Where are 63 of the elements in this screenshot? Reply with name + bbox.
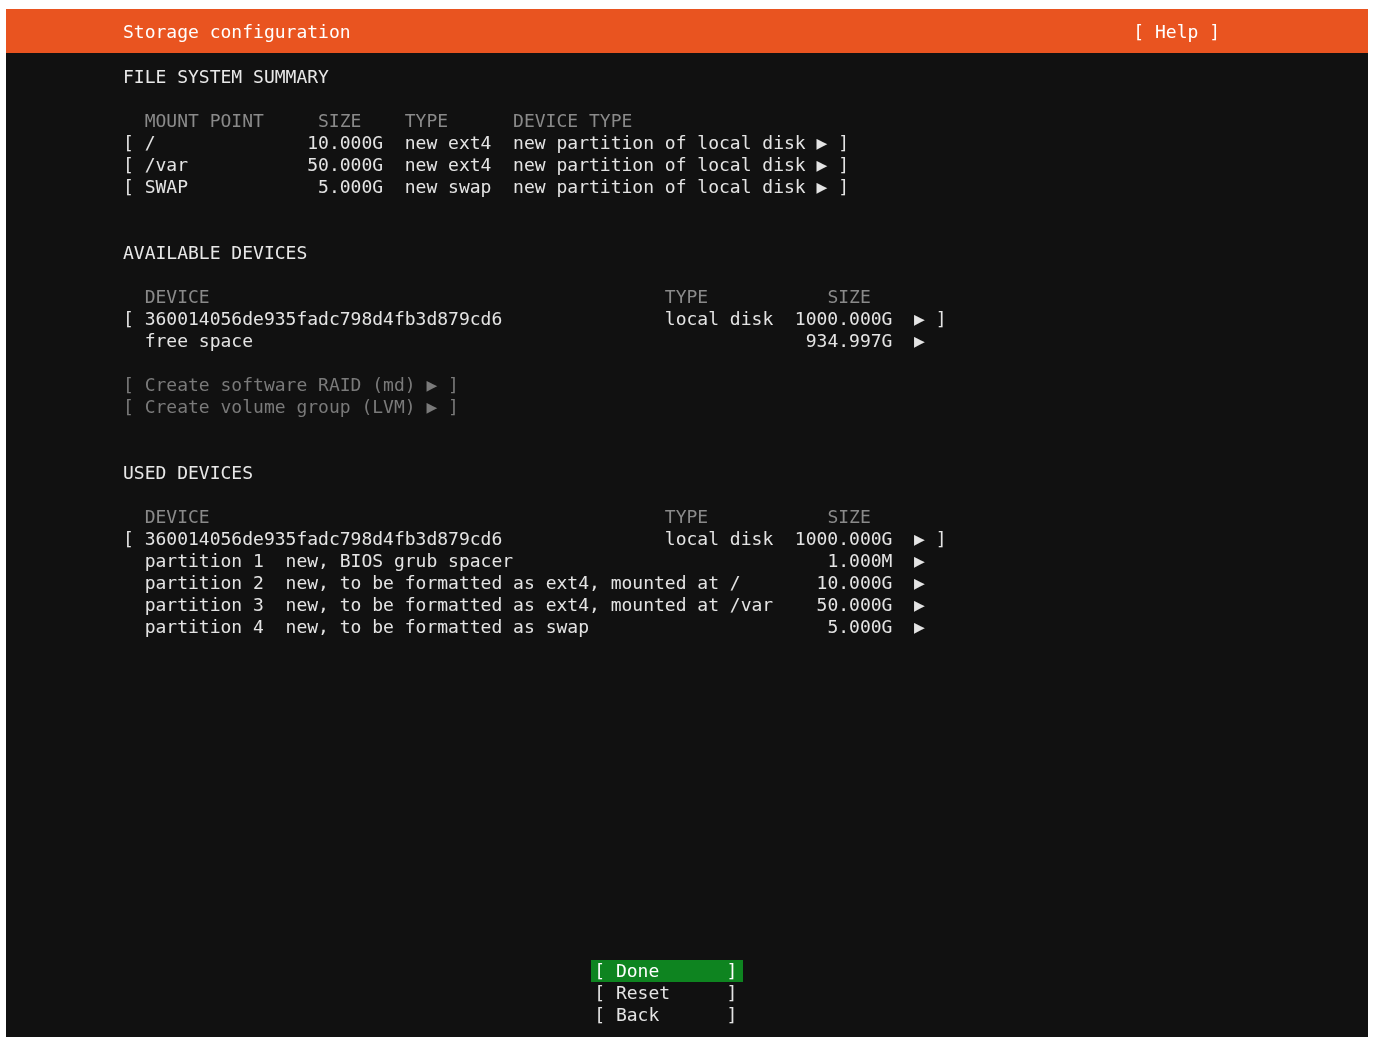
partition-cell[interactable]: partition 1 — [144, 550, 286, 572]
size-cell-text: 10.000G — [815, 572, 893, 594]
column-header: SIZE — [317, 110, 363, 132]
size-cell-text: 50.000G — [815, 594, 893, 616]
submenu-arrow[interactable]: ▶ — [914, 308, 925, 330]
submenu-arrow[interactable]: ▶ — [914, 616, 925, 638]
close-bracket: ] — [935, 308, 947, 330]
menu-button[interactable]: [ Back ] — [591, 1004, 743, 1026]
column-header: TYPE — [664, 286, 710, 308]
type-cell: new swap — [404, 176, 492, 198]
description-cell-text: new, to be formatted as ext4, mounted at / — [285, 572, 742, 594]
size-cell-text: 5.000G — [317, 176, 384, 198]
window-title: Storage configuration — [123, 20, 351, 42]
partition-cell[interactable]: partition 3 — [144, 594, 286, 616]
size-cell-text: 10.000G — [306, 132, 384, 154]
submenu-arrow[interactable]: ▶ — [914, 330, 925, 352]
submenu-arrow[interactable]: ▶ — [914, 594, 925, 616]
column-header: DEVICE TYPE — [513, 110, 634, 132]
close-bracket: ] — [935, 528, 947, 550]
device-cell[interactable]: free space — [144, 330, 774, 352]
close-bracket: ] — [838, 176, 849, 198]
submenu-arrow[interactable]: ▶ — [914, 572, 925, 594]
help-button[interactable]: [ Help ] — [1133, 20, 1220, 42]
close-bracket: ] — [838, 154, 849, 176]
type-cell: local disk — [664, 528, 774, 550]
partition-cell[interactable]: partition 4 — [144, 616, 286, 638]
device-cell[interactable]: [ 360014056de935fadc798d4fb3d879cd6 — [123, 528, 665, 550]
menu-button[interactable]: [ Reset ] — [591, 982, 743, 1004]
size-cell-text: 1000.000G — [793, 528, 893, 550]
mount-point-cell[interactable]: [ SWAP — [123, 176, 297, 198]
type-cell: new ext4 — [404, 132, 492, 154]
close-bracket: ] — [838, 132, 849, 154]
section-heading: AVAILABLE DEVICES — [123, 242, 309, 264]
submenu-arrow[interactable]: ▶ — [816, 154, 828, 176]
mount-point-cell[interactable]: [ /var — [123, 154, 297, 176]
column-header: TYPE — [664, 506, 710, 528]
mount-point-cell[interactable]: [ / — [123, 132, 297, 154]
partition-cell[interactable]: partition 2 — [144, 572, 286, 594]
column-header: MOUNT POINT — [144, 110, 265, 132]
submenu-arrow[interactable]: ▶ — [816, 176, 828, 198]
device-cell[interactable]: [ 360014056de935fadc798d4fb3d879cd6 — [123, 308, 665, 330]
submenu-arrow[interactable]: ▶ — [816, 132, 828, 154]
column-header: SIZE — [826, 286, 872, 308]
size-cell-text: 5.000G — [826, 616, 893, 638]
section-heading: USED DEVICES — [123, 462, 255, 484]
column-header: DEVICE — [144, 506, 211, 528]
description-cell-text: new, to be formatted as swap — [285, 616, 590, 638]
type-cell: local disk — [664, 308, 774, 330]
device-type-cell: new partition of local disk — [513, 176, 806, 198]
description-cell-text: new, BIOS grub spacer — [285, 550, 515, 572]
description-cell: new, to be formatted as ext4, mounted at /var — [285, 594, 774, 616]
column-header: TYPE — [404, 110, 450, 132]
device-type-cell: new partition of local disk — [513, 154, 806, 176]
column-header: DEVICE — [144, 286, 211, 308]
type-cell: new ext4 — [404, 154, 492, 176]
size-cell-text: 50.000G — [306, 154, 384, 176]
size-cell-text: 1000.000G — [793, 308, 893, 330]
device-type-cell: new partition of local disk — [513, 132, 806, 154]
menu-button[interactable]: [ Done ] — [591, 960, 743, 982]
size-cell-text: 934.997G — [804, 330, 893, 352]
column-header: SIZE — [826, 506, 872, 528]
section-heading: FILE SYSTEM SUMMARY — [123, 66, 330, 88]
size-cell-text: 1.000M — [826, 550, 893, 572]
